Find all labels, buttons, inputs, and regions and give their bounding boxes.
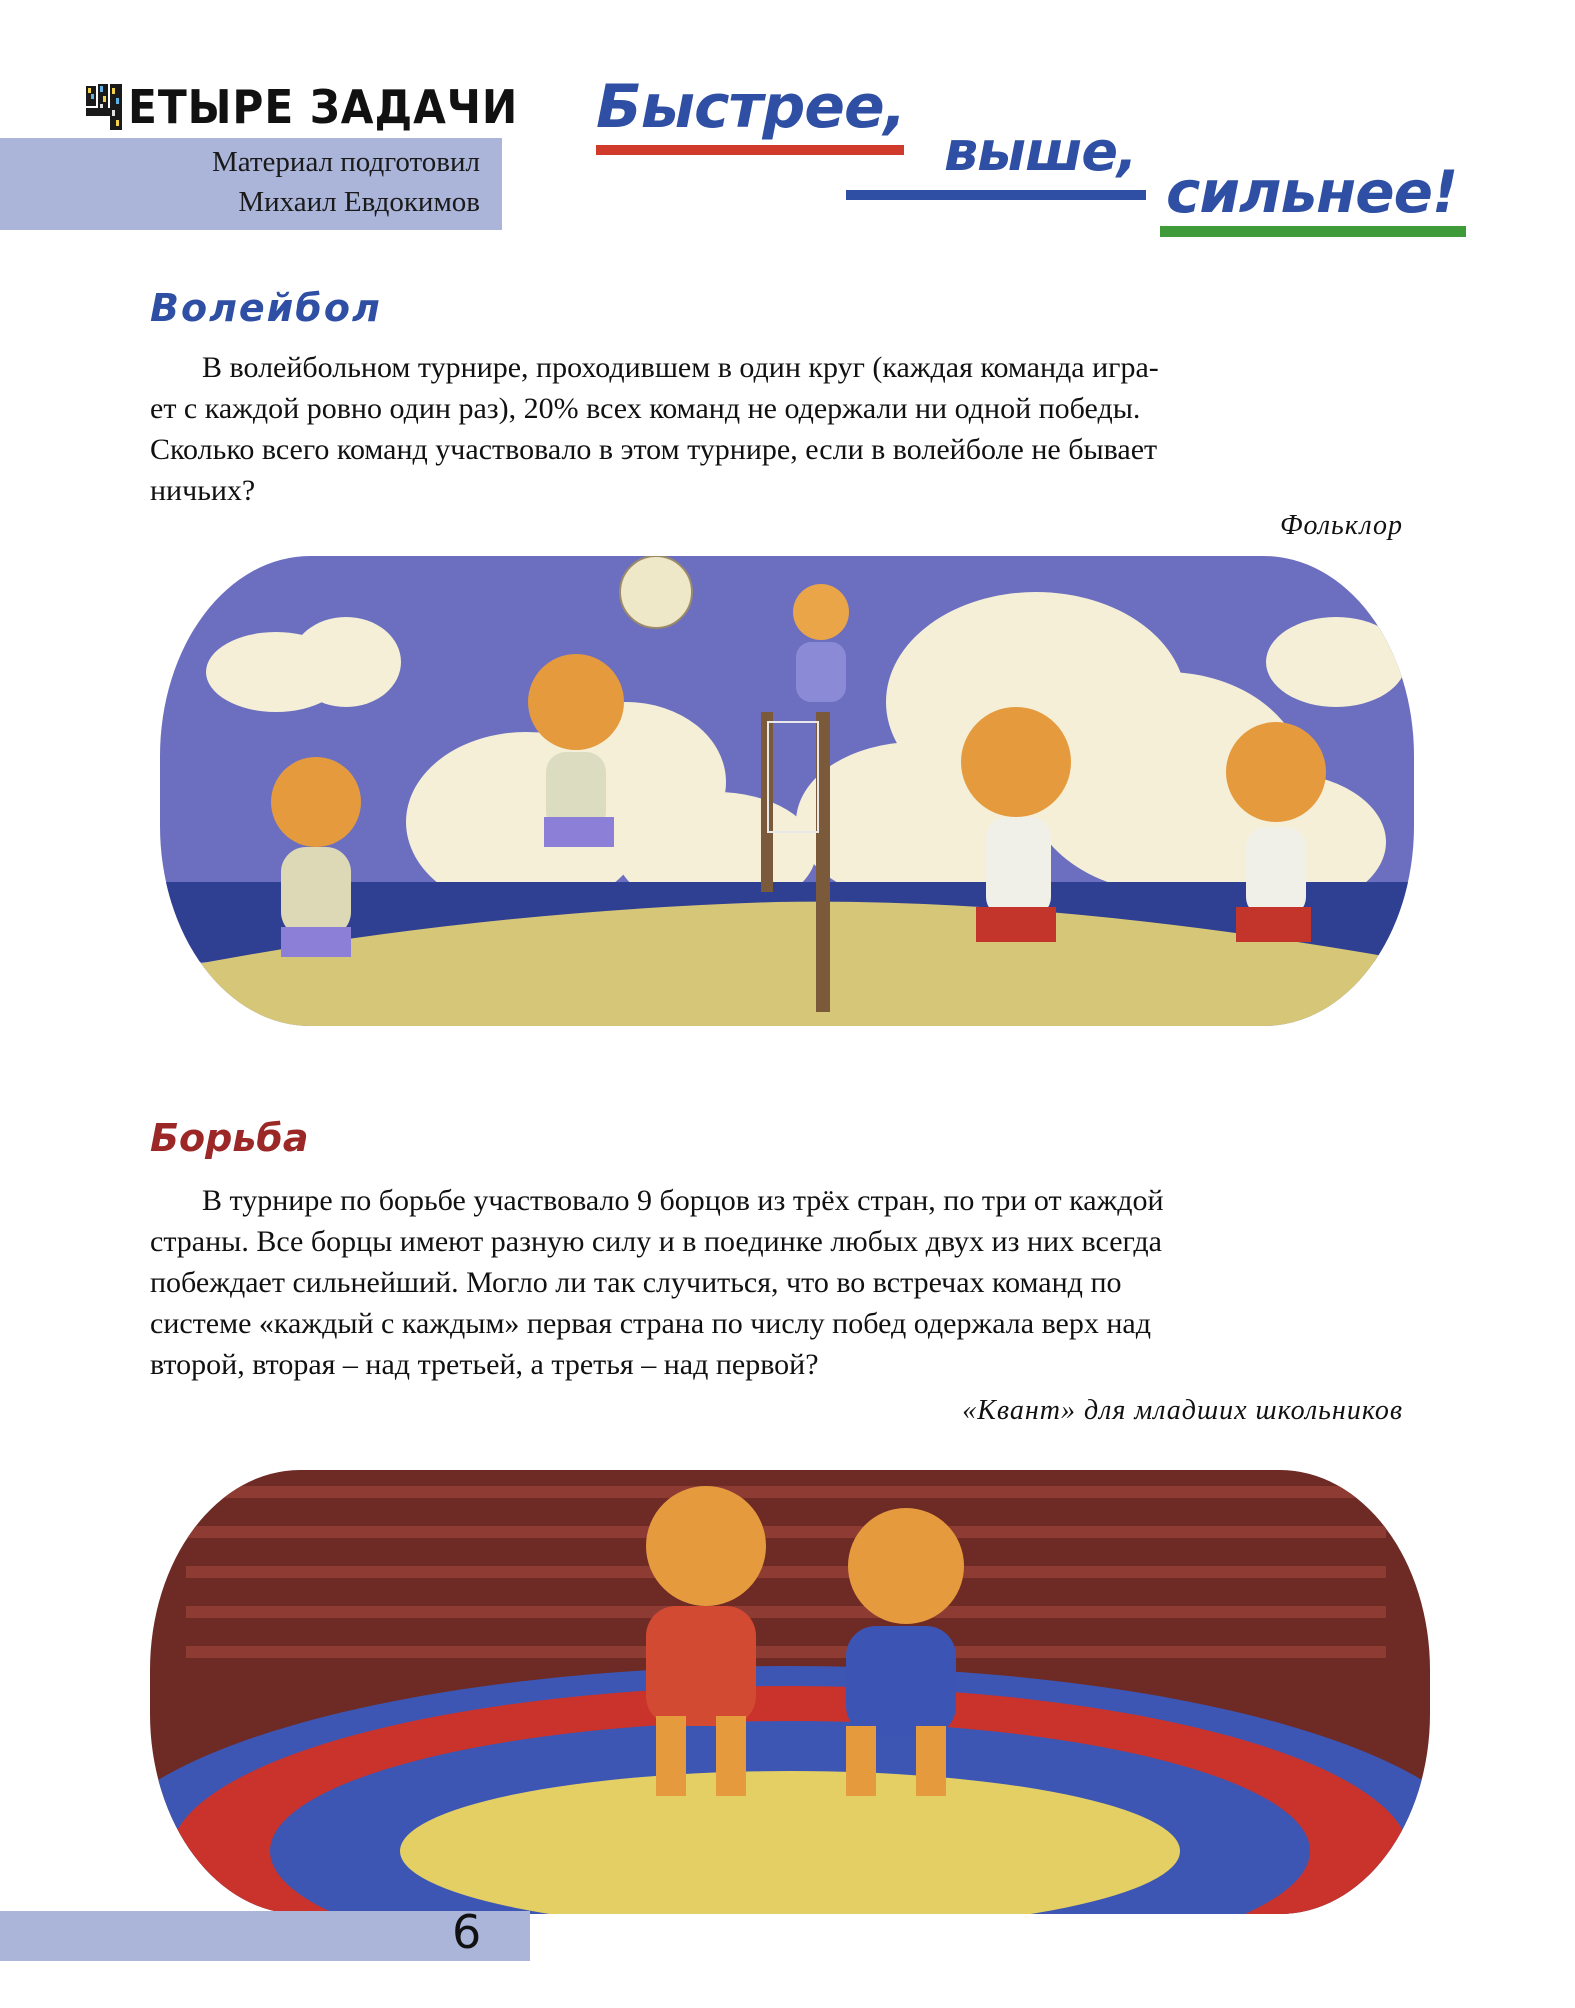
text-line: ет с каждой ровно один раз), 20% всех ко… bbox=[150, 392, 1141, 425]
slogan-part-2: выше, bbox=[944, 120, 1137, 183]
slogan-underline-blue bbox=[846, 190, 1146, 200]
text-line: ничьих? bbox=[150, 474, 256, 507]
slogan-part-3: сильнее! bbox=[1166, 158, 1458, 226]
logo-ch-glyph bbox=[86, 84, 122, 130]
slogan-underline-green bbox=[1160, 226, 1466, 237]
text-line: системе «каждый с каждым» первая страна … bbox=[150, 1307, 1152, 1340]
text-line: Сколько всего команд участвовало в этом … bbox=[150, 433, 1158, 466]
problem-text-volleyball: В волейбольном турнире, проходившем в од… bbox=[150, 347, 1410, 511]
problem-source-wrestling: «Квант» для младших школьников bbox=[962, 1395, 1403, 1426]
problem-text-wrestling: В турнире по борьбе участвовало 9 борцов… bbox=[150, 1180, 1410, 1385]
wrestling-illustration bbox=[150, 1470, 1430, 1914]
problem-title-wrestling: Борьба bbox=[150, 1116, 309, 1160]
text-line: страны. Все борцы имеют разную силу и в … bbox=[150, 1225, 1162, 1258]
section-logo: ЕТЫРЕ ЗАДАЧИ bbox=[84, 76, 517, 136]
slogan-part-1: Быстрее, bbox=[596, 72, 906, 142]
author-line-1: Материал подготовил bbox=[211, 146, 480, 178]
section-title: ЕТЫРЕ ЗАДАЧИ bbox=[128, 80, 519, 134]
slogan-underline-red bbox=[596, 145, 904, 155]
footer-bar bbox=[0, 1911, 530, 1961]
text-line: побеждает сильнейший. Могло ли так случи… bbox=[150, 1266, 1122, 1299]
author-box: Материал подготовил Михаил Евдокимов bbox=[0, 138, 502, 230]
page-number: 6 bbox=[452, 1905, 482, 1959]
text-line: В волейбольном турнире, проходившем в од… bbox=[202, 351, 1159, 384]
problem-title-volleyball: Волейбол bbox=[150, 286, 382, 330]
problem-source-volleyball: Фольклор bbox=[1280, 510, 1403, 541]
text-line: второй, вторая – над третьей, а третья –… bbox=[150, 1348, 819, 1381]
author-line-2: Михаил Евдокимов bbox=[238, 186, 480, 218]
text-line: В турнире по борьбе участвовало 9 борцов… bbox=[202, 1184, 1164, 1217]
volleyball-illustration bbox=[160, 556, 1414, 1026]
